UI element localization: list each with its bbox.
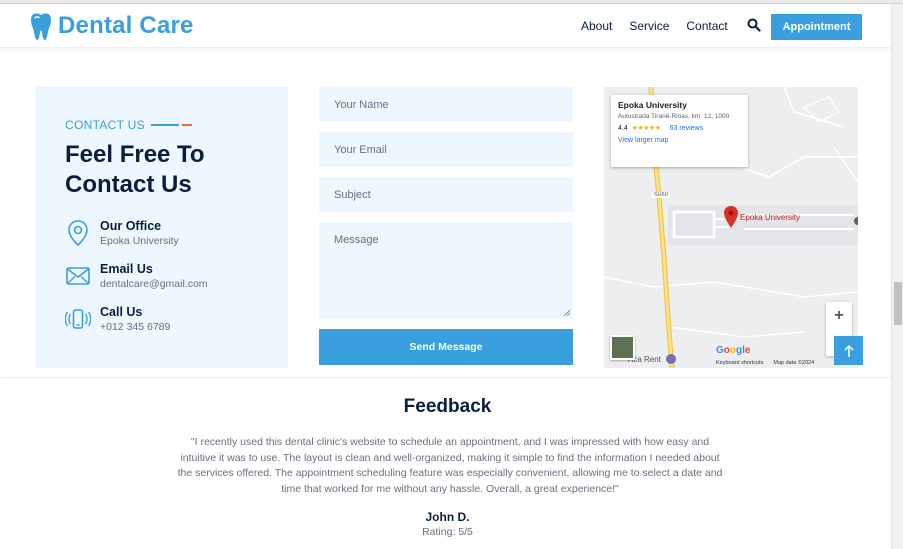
map-place-address: Autostrada Tiranë-Rinas, km. 12, 1000 [618,113,730,120]
message-textarea[interactable]: Message [319,222,573,319]
office-value: Epoka University [100,235,179,247]
map-reviews-link[interactable]: 63 reviews [670,125,703,132]
scroll-to-top-button[interactable] [834,336,863,365]
email-value[interactable]: dentalcare@gmail.com [100,277,208,292]
office-label: Our Office [100,219,162,233]
site-header: Dental Care About Service Contact Appoin… [0,4,891,48]
send-message-button[interactable]: Send Message [319,329,573,365]
search-icon[interactable] [747,18,761,32]
name-placeholder: Your Name [334,98,389,111]
email-info: Email Us dentalcare@gmail.com [65,262,208,292]
satellite-toggle[interactable] [610,335,635,360]
nav-about[interactable]: About [581,19,612,33]
contact-info-card: CONTACT US Feel Free To Contact Us Our O… [35,86,288,368]
location-pin-icon [68,220,88,247]
logo-text: Dental Care [58,12,194,39]
contact-eyebrow: CONTACT US [65,118,192,132]
map-info-card: Epoka University Autostrada Tiranë-Rinas… [611,95,748,167]
view-larger-map-link[interactable]: View larger map [618,137,741,144]
arrow-up-icon [843,344,854,357]
resize-handle-icon[interactable] [563,309,570,316]
subject-placeholder: Subject [334,188,371,201]
call-value[interactable]: +012 345 6789 [100,320,170,335]
email-label: Email Us [100,262,153,276]
map-place-name: Epoka University [618,100,687,110]
contact-eyebrow-text: CONTACT US [65,118,145,132]
contact-title: Feel Free To Contact Us [65,141,205,198]
tooth-icon [31,13,51,40]
envelope-icon [66,267,90,285]
name-input[interactable]: Your Name [319,87,573,122]
phone-vibrate-icon [65,309,91,329]
feedback-rating: Rating: 5/5 [422,526,473,538]
keyboard-shortcuts-link[interactable]: Keyboard shortcuts [716,360,763,366]
map-pin-label[interactable]: Epoka University [740,213,800,222]
feedback-author: John D. [425,510,470,524]
section-divider [0,377,891,378]
map-data-credit: Map data ©2024 [773,360,815,366]
office-info: Our Office Epoka University [65,219,179,249]
main-nav: About Service Contact [581,18,776,33]
subject-input[interactable]: Subject [319,177,573,212]
google-map[interactable]: SH60 Epoka University Aca Rent Epoka Uni… [604,87,858,368]
appointment-button[interactable]: Appointment [771,14,862,40]
email-placeholder: Your Email [334,143,387,156]
eyebrow-line-blue [150,124,179,126]
nav-contact[interactable]: Contact [686,19,727,33]
map-footer: Keyboard shortcuts Map data ©2024 [716,360,814,366]
scrollbar-thumb[interactable] [894,282,902,325]
map-rating-row: 4.4 ★★★★★ 63 reviews [618,124,741,133]
google-logo: Google [716,345,751,356]
email-input[interactable]: Your Email [319,132,573,167]
map-road-label: SH60 [652,192,670,198]
call-label: Call Us [100,305,143,319]
feedback-title: Feedback [403,396,492,417]
zoom-in-button[interactable]: + [826,302,852,329]
star-rating-icon: ★★★★★ [631,125,661,132]
page-scrollbar[interactable] [891,4,903,549]
call-info: Call Us +012 345 6789 [65,305,170,335]
logo[interactable]: Dental Care [30,12,194,40]
map-rating-value: 4.4 [618,124,628,132]
feedback-quote: "I recently used this dental clinic's we… [177,436,723,495]
message-placeholder: Message [334,234,379,246]
nav-service[interactable]: Service [629,19,669,33]
eyebrow-line-orange [181,124,192,126]
